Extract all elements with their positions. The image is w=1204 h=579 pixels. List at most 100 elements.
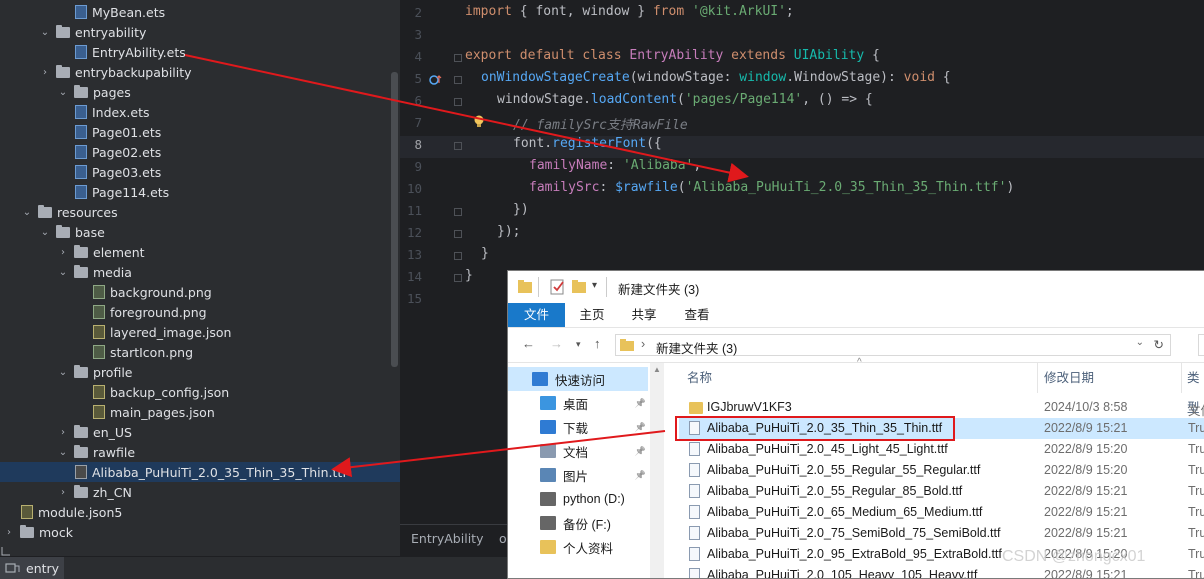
chevron-right-icon[interactable]: › [39, 62, 51, 82]
fold-marker[interactable] [454, 274, 462, 282]
refresh-icon[interactable]: ↻ [1154, 337, 1164, 352]
tree-item[interactable]: main_pages.json [0, 402, 400, 422]
address-dropdown-icon[interactable]: ⌄ [1136, 337, 1144, 348]
tree-item[interactable]: › element [0, 242, 400, 262]
column-header-name[interactable]: 名称 [687, 363, 712, 393]
pin-icon[interactable]: 📌 [635, 470, 646, 481]
chevron-down-icon[interactable]: ⌄ [57, 362, 69, 382]
chevron-down-icon[interactable]: ⌄ [57, 442, 69, 462]
fold-marker[interactable] [454, 76, 462, 84]
column-separator[interactable] [1037, 363, 1038, 393]
chevron-right-icon[interactable]: › [57, 422, 69, 442]
tree-item[interactable]: › zh_CN [0, 482, 400, 502]
sidebar-item[interactable]: python (D:) [508, 487, 648, 511]
sidebar-item[interactable]: 图片 📌 [508, 463, 648, 487]
fold-marker[interactable] [454, 208, 462, 216]
pin-icon[interactable]: 📌 [635, 398, 646, 409]
tree-item[interactable]: Alibaba_PuHuiTi_2.0_35_Thin_35_Thin.ttf [0, 462, 400, 482]
override-gutter-icon[interactable] [428, 73, 442, 87]
column-header-type[interactable]: 类型 [1187, 363, 1204, 415]
tree-item[interactable]: Page03.ets [0, 162, 400, 182]
chevron-down-icon[interactable]: ⌄ [39, 22, 51, 42]
fold-marker[interactable] [454, 252, 462, 260]
tree-item[interactable]: foreground.png [0, 302, 400, 322]
pin-icon[interactable]: 📌 [635, 422, 646, 433]
search-box[interactable] [1198, 334, 1204, 356]
chevron-right-icon[interactable]: › [3, 522, 15, 542]
tree-item[interactable]: › mock [0, 522, 400, 542]
breadcrumb-class[interactable]: EntryAbility [411, 531, 483, 546]
tree-item[interactable]: ⌄ entryability [0, 22, 400, 42]
column-header-date[interactable]: 修改日期 [1044, 363, 1094, 393]
fold-marker[interactable] [454, 142, 462, 150]
file-row[interactable]: Alibaba_PuHuiTi_2.0_45_Light_45_Light.tt… [679, 439, 1204, 460]
pin-icon[interactable]: 📌 [635, 446, 646, 457]
ribbon-tab-share[interactable]: 共享 [626, 303, 662, 327]
ribbon-tab-home[interactable]: 主页 [574, 303, 610, 327]
sidebar-item[interactable]: 桌面 📌 [508, 391, 648, 415]
chevron-down-icon[interactable]: ⌄ [21, 202, 33, 222]
sidebar-item[interactable]: 备份 (F:) [508, 511, 648, 535]
file-row[interactable]: Alibaba_PuHuiTi_2.0_55_Regular_85_Bold.t… [679, 481, 1204, 502]
fold-marker[interactable] [454, 230, 462, 238]
tree-item[interactable]: Index.ets [0, 102, 400, 122]
column-separator[interactable] [1181, 363, 1182, 393]
tree-item[interactable]: ⌄ resources [0, 202, 400, 222]
sidebar-item[interactable]: 文档 📌 [508, 439, 648, 463]
fold-marker[interactable] [454, 54, 462, 62]
tree-item[interactable]: background.png [0, 282, 400, 302]
tree-item[interactable]: Page01.ets [0, 122, 400, 142]
file-row[interactable]: IGJbruwV1KF3 2024/10/3 8:58 文件 [679, 397, 1204, 418]
back-arrow-icon[interactable]: ← [522, 336, 535, 351]
properties-check-icon[interactable] [550, 279, 566, 295]
tree-item[interactable]: Page114.ets [0, 182, 400, 202]
tree-item[interactable]: ⌄ rawfile [0, 442, 400, 462]
address-bar[interactable]: › 新建文件夹 (3) ⌄ ↻ [615, 334, 1171, 356]
file-row[interactable]: Alibaba_PuHuiTi_2.0_65_Medium_65_Medium.… [679, 502, 1204, 523]
sidebar-item[interactable]: 下载 📌 [508, 415, 648, 439]
tree-item[interactable]: ⌄ base [0, 222, 400, 242]
sidebar-scrollbar[interactable]: ▲ [650, 363, 664, 578]
tree-item[interactable]: ⌄ profile [0, 362, 400, 382]
line-number: 12 [406, 225, 422, 240]
chevron-right-icon[interactable]: › [57, 482, 69, 502]
tree-item[interactable]: EntryAbility.ets [0, 42, 400, 62]
sidebar-item[interactable]: 快速访问 [508, 367, 648, 391]
chevron-right-icon[interactable]: › [57, 242, 69, 262]
drive-icon [540, 516, 556, 530]
file-name: Alibaba_PuHuiTi_2.0_65_Medium_65_Medium.… [707, 505, 983, 519]
chevron-down-icon[interactable]: ⌄ [39, 222, 51, 242]
tree-item[interactable]: › en_US [0, 422, 400, 442]
tree-item-label: element [93, 244, 145, 260]
tree-item[interactable]: ⌄ pages [0, 82, 400, 102]
file-row[interactable]: Alibaba_PuHuiTi_2.0_105_Heavy_105_Heavy.… [679, 565, 1204, 578]
new-folder-icon[interactable] [572, 280, 588, 294]
tree-item[interactable]: startIcon.png [0, 342, 400, 362]
up-arrow-icon[interactable]: ↑ [594, 336, 601, 351]
ribbon-tab-file[interactable]: 文件 [508, 303, 565, 327]
tree-scrollbar[interactable] [391, 72, 398, 367]
breadcrumb-member[interactable]: o [499, 531, 507, 546]
file-row[interactable]: Alibaba_PuHuiTi_2.0_75_SemiBold_75_SemiB… [679, 523, 1204, 544]
tree-item[interactable]: layered_image.json [0, 322, 400, 342]
recent-locations-icon[interactable]: ▾ [576, 339, 581, 350]
fold-marker[interactable] [454, 98, 462, 106]
tree-item[interactable]: MyBean.ets [0, 2, 400, 22]
tab-entry[interactable]: entry [0, 557, 64, 579]
tree-item[interactable]: Page02.ets [0, 142, 400, 162]
ribbon-tab-view[interactable]: 查看 [679, 303, 715, 327]
scroll-up-icon[interactable]: ▲ [653, 365, 661, 374]
forward-arrow-icon[interactable]: → [550, 336, 563, 351]
tree-item[interactable]: › entrybackupability [0, 62, 400, 82]
quick-access-dropdown-icon[interactable]: ▾ [592, 280, 597, 291]
line-number: 10 [406, 181, 422, 196]
tree-item[interactable]: module.json5 [0, 502, 400, 522]
chevron-down-icon[interactable]: ⌄ [57, 262, 69, 282]
ets-file-icon [75, 5, 87, 19]
chevron-down-icon[interactable]: ⌄ [57, 82, 69, 102]
lightbulb-icon[interactable] [473, 115, 485, 129]
tree-item[interactable]: ⌄ media [0, 262, 400, 282]
sidebar-item[interactable]: 个人资料 [508, 535, 648, 559]
file-row[interactable]: Alibaba_PuHuiTi_2.0_55_Regular_55_Regula… [679, 460, 1204, 481]
tree-item[interactable]: backup_config.json [0, 382, 400, 402]
